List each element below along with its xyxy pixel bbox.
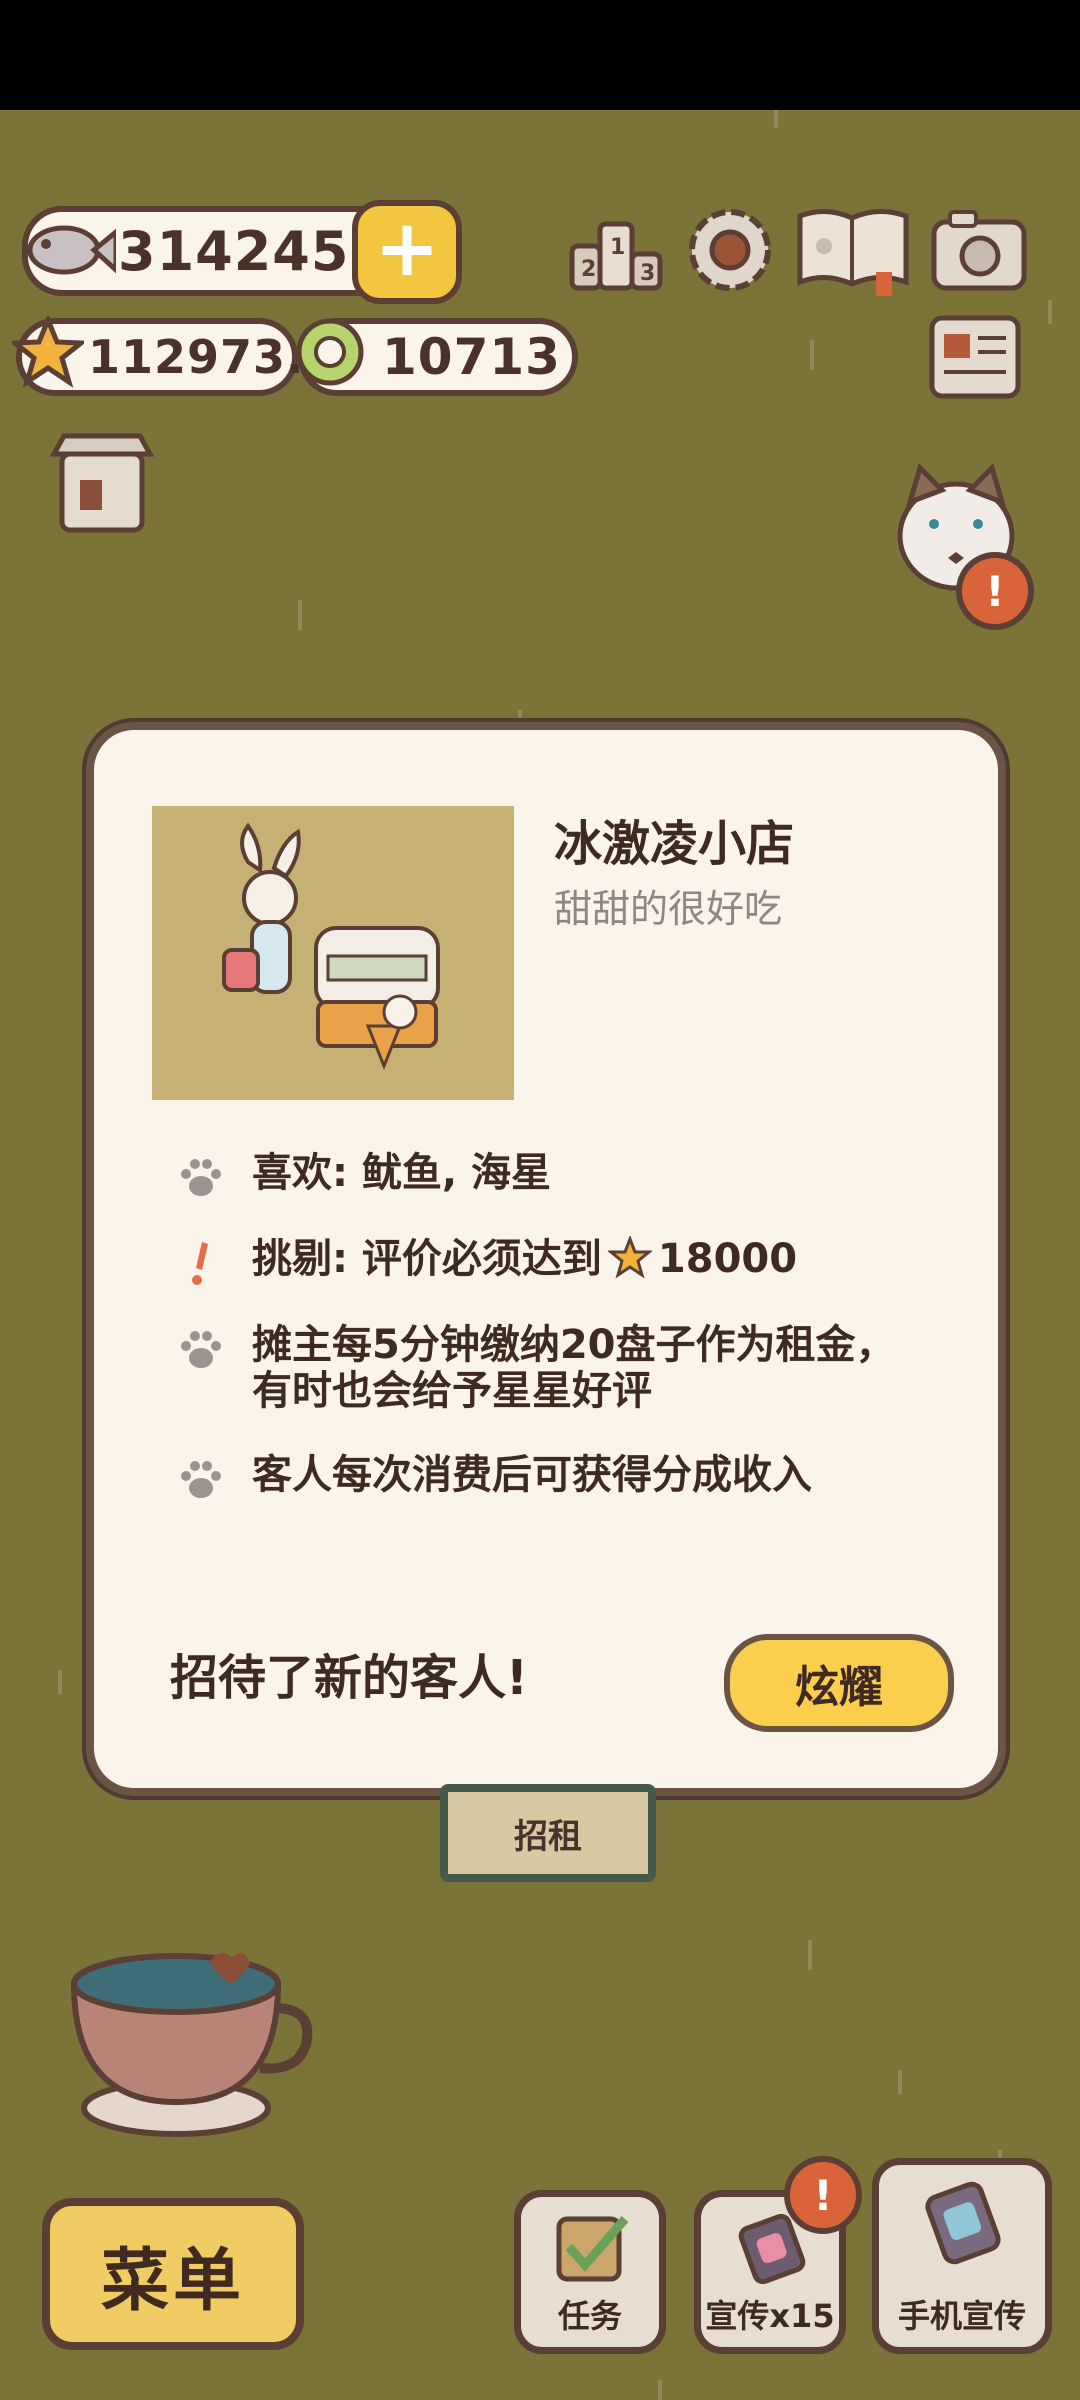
phone-icon	[925, 2181, 1001, 2265]
paw-icon	[181, 1331, 221, 1368]
paw-icon	[181, 1461, 221, 1498]
rent-text-line1: 摊主每5分钟缴纳20盘子作为租金，	[252, 1322, 896, 1368]
shop-description: 甜甜的很好吃	[554, 887, 783, 931]
ice-cream-shop-illustration	[152, 806, 514, 1100]
star-icon	[12, 316, 84, 388]
task-button[interactable]: 任务	[514, 2190, 666, 2354]
menu-label: 菜单	[100, 2241, 245, 2321]
add-fish-button[interactable]: +	[352, 200, 462, 304]
menu-button[interactable]: 菜单	[42, 2198, 304, 2350]
checkbox-icon	[556, 2216, 629, 2282]
svg-text:1: 1	[610, 235, 625, 260]
ranking-icon[interactable]: 2 1 3	[568, 206, 666, 292]
phone-promote-button[interactable]: 手机宣传	[872, 2158, 1052, 2354]
show-off-button[interactable]: 炫耀	[724, 1634, 954, 1732]
picky-row: 挑剔: 评价必须达到 18000	[176, 1236, 797, 1288]
svg-text:2: 2	[581, 257, 596, 282]
likes-text: 喜欢: 鱿鱼, 海星	[252, 1150, 552, 1196]
share-row: 客人每次消费后可获得分成收入	[176, 1452, 812, 1504]
star-small-icon	[607, 1236, 652, 1279]
alert-icon: !	[784, 2156, 862, 2234]
rent-text-line2: 有时也会给予星星好评	[252, 1368, 652, 1414]
teacup-icon[interactable]	[60, 1912, 320, 2152]
task-label: 任务	[557, 2297, 622, 2335]
picky-value: 18000	[657, 1236, 798, 1282]
plus-icon: +	[374, 204, 440, 294]
new-shop-dialog: 冰激凌小店 甜甜的很好吃 喜欢: 鱿鱼, 海星 挑剔: 评价必须达到 18000…	[86, 722, 1006, 1796]
likes-row: 喜欢: 鱿鱼, 海星	[176, 1150, 551, 1202]
book-icon[interactable]	[794, 202, 912, 298]
fish-icon	[27, 225, 116, 275]
picky-text: 挑剔: 评价必须达到	[252, 1236, 602, 1282]
share-text: 客人每次消费后可获得分成收入	[252, 1452, 812, 1498]
welcome-message: 招待了新的客人!	[170, 1650, 528, 1706]
camera-icon[interactable]	[930, 206, 1028, 294]
svg-text:3: 3	[640, 261, 655, 286]
promote-label: 宣传x15	[705, 2297, 835, 2335]
alert-icon: !	[956, 552, 1034, 630]
rent-sign[interactable]: 招租	[440, 1784, 656, 1882]
shop-title: 冰激凌小店	[554, 816, 795, 872]
rent-row: 摊主每5分钟缴纳20盘子作为租金， 有时也会给予星星好评	[176, 1322, 896, 1414]
shop-icon[interactable]	[44, 430, 160, 538]
paw-icon	[181, 1159, 221, 1196]
exclamation-icon	[192, 1242, 208, 1285]
plate-count: 10713	[382, 328, 561, 386]
status-bar	[0, 0, 1080, 110]
ring-icon	[296, 318, 364, 386]
phone-promote-label: 手机宣传	[897, 2297, 1026, 2335]
settings-icon[interactable]	[684, 204, 776, 296]
newspaper-icon[interactable]	[926, 312, 1024, 402]
ice-cream-shop-image	[222, 822, 440, 1071]
